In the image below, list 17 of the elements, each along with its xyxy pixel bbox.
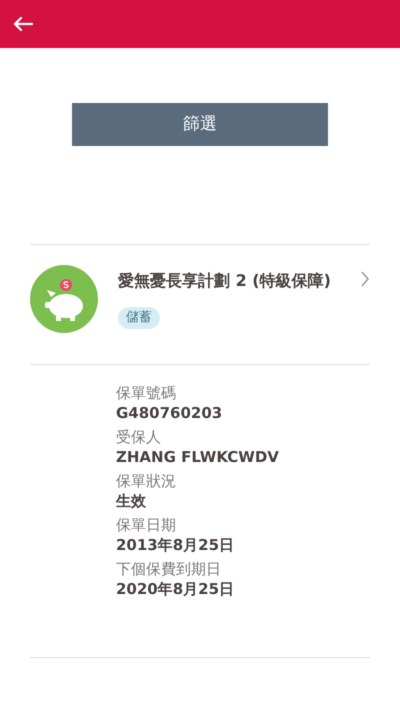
- category-tag: 儲蓄: [118, 307, 160, 328]
- filter-button[interactable]: 篩選: [72, 103, 328, 146]
- field-label: 下個保費到期日: [116, 559, 222, 579]
- policy-title: 愛無憂長享計劃 2 (特級保障): [118, 270, 332, 292]
- field-value: 2020年8月25日: [116, 579, 236, 599]
- field-value: ZHANG FLWKCWDV: [116, 447, 280, 467]
- field-value: G480760203: [116, 403, 224, 423]
- field-label: 受保人: [116, 427, 162, 447]
- field-value: 生效: [116, 491, 147, 511]
- field-value: 2013年8月25日: [116, 535, 236, 555]
- chevron-right-icon: [360, 271, 370, 287]
- policy-row[interactable]: 愛無憂長享計劃 2 (特級保障) 儲蓄: [30, 245, 370, 364]
- field-label: 保單狀況: [116, 471, 177, 491]
- back-icon[interactable]: [13, 16, 33, 32]
- field-label: 保單號碼: [116, 383, 177, 403]
- piggy-bank-icon: [30, 265, 98, 333]
- field-label: 保單日期: [116, 515, 177, 535]
